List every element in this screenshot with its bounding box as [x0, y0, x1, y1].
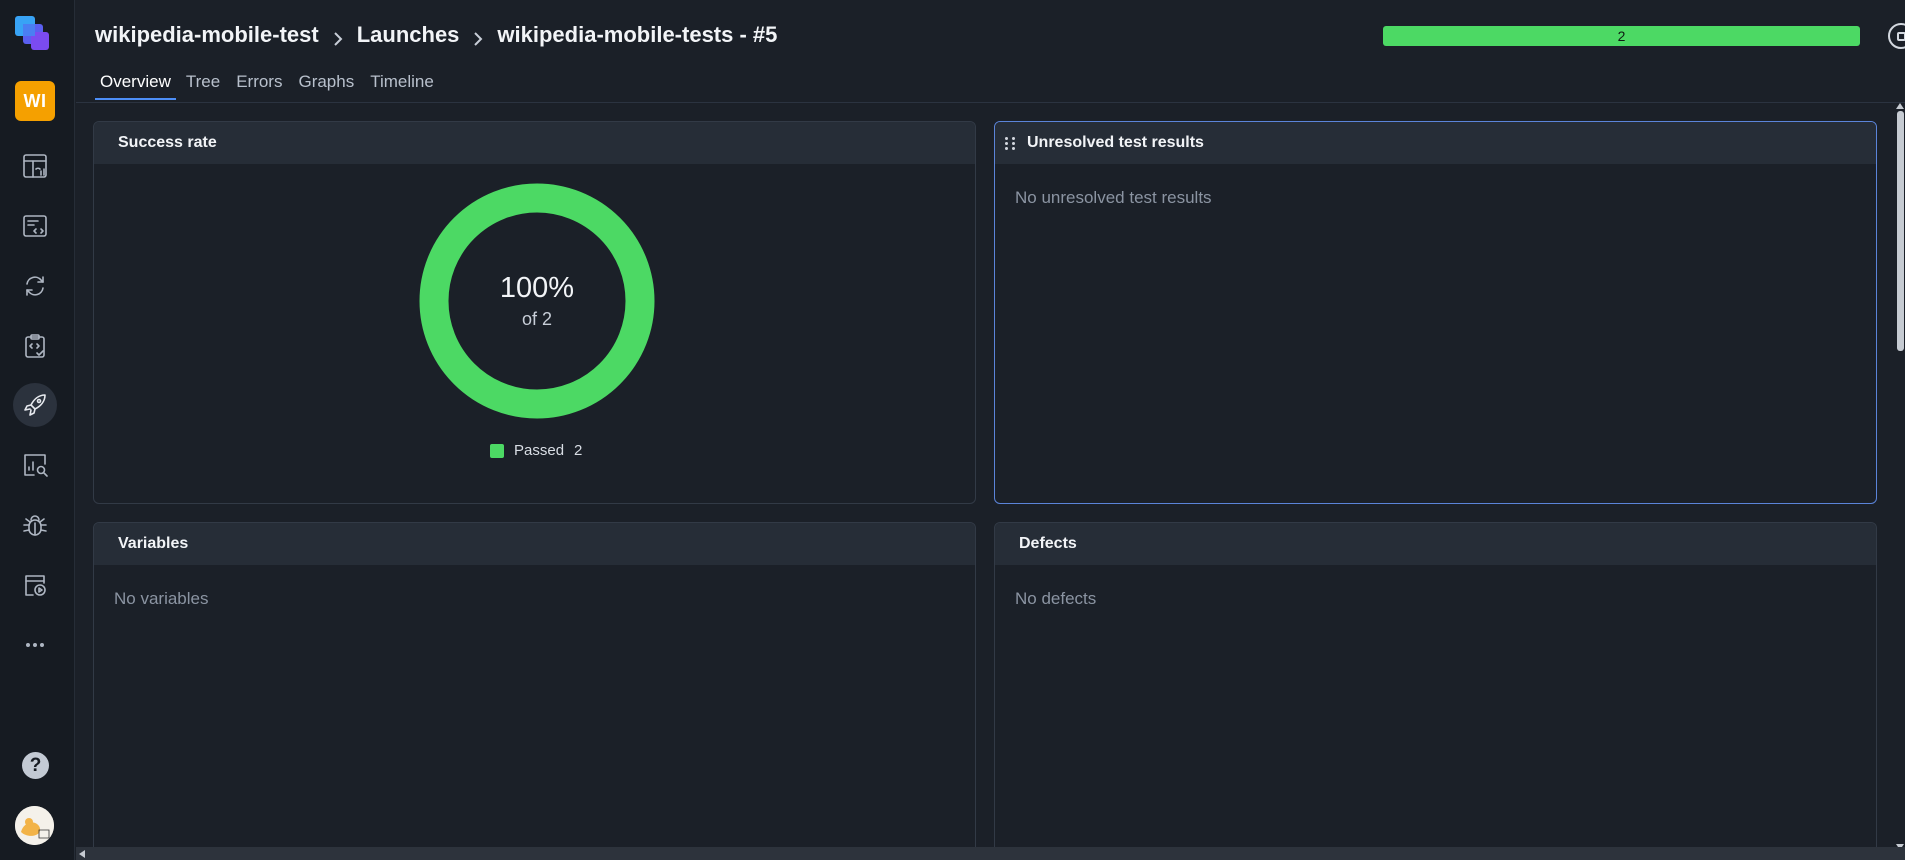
panel-title: Variables: [94, 523, 975, 565]
breadcrumb-launch: wikipedia-mobile-tests - #5: [497, 22, 778, 47]
tab-graphs[interactable]: Graphs: [298, 70, 354, 100]
defects-icon[interactable]: [13, 503, 57, 547]
stop-launch-button[interactable]: [1888, 23, 1905, 49]
legend-count-passed: 2: [574, 442, 583, 459]
dashboards-icon[interactable]: [13, 144, 57, 188]
app-logo-icon[interactable]: [13, 14, 55, 56]
sidebar: WI ?: [0, 0, 75, 860]
chart-legend: Passed 2: [490, 442, 582, 459]
scrollbar-thumb[interactable]: [1897, 111, 1904, 351]
test-cases-icon[interactable]: [13, 204, 57, 248]
more-icon[interactable]: [13, 623, 57, 667]
stop-icon: [1896, 31, 1905, 41]
defects-panel: Defects No defects: [994, 522, 1877, 860]
scroll-left-icon[interactable]: [79, 850, 85, 858]
page-header: wikipedia-mobile-test Launches wikipedia…: [76, 0, 1905, 103]
drag-handle-icon[interactable]: [1005, 136, 1017, 150]
launches-icon[interactable]: [13, 383, 57, 427]
legend-label-passed: Passed: [514, 442, 565, 459]
tab-overview[interactable]: Overview: [95, 70, 176, 100]
horizontal-scrollbar[interactable]: [76, 847, 1905, 860]
launch-progress-bar: 2: [1383, 26, 1860, 46]
breadcrumb-launches[interactable]: Launches: [357, 22, 460, 48]
panel-title: Unresolved test results: [1027, 134, 1204, 151]
breadcrumb-project[interactable]: wikipedia-mobile-test: [95, 22, 319, 48]
sync-icon[interactable]: [13, 264, 57, 308]
unresolved-results-panel: Unresolved test results No unresolved te…: [994, 121, 1877, 504]
avatar[interactable]: [15, 806, 54, 845]
empty-state-text: No defects: [1015, 589, 1097, 608]
tab-bar: Overview Tree Errors Graphs Timeline: [95, 70, 450, 100]
jobs-icon[interactable]: [13, 563, 57, 607]
variables-panel: Variables No variables: [93, 522, 976, 860]
test-plans-icon[interactable]: [13, 324, 57, 368]
project-badge[interactable]: WI: [15, 81, 55, 121]
success-total: of 2: [521, 309, 553, 329]
analytics-icon[interactable]: [13, 443, 57, 487]
chevron-right-icon: [473, 27, 483, 46]
chevron-right-icon: [333, 27, 343, 46]
vertical-scrollbar[interactable]: [1896, 103, 1905, 850]
success-percent: 100%: [499, 272, 575, 304]
progress-label: 2: [1617, 28, 1626, 44]
legend-swatch-passed: [490, 443, 504, 458]
empty-state-text: No unresolved test results: [1015, 188, 1212, 207]
panel-title: Defects: [995, 523, 1876, 565]
breadcrumb: wikipedia-mobile-test Launches wikipedia…: [95, 22, 777, 48]
tab-errors[interactable]: Errors: [236, 70, 282, 100]
success-rate-panel: Success rate 100% of 2 Passed 2: [93, 121, 976, 504]
tab-tree[interactable]: Tree: [186, 70, 220, 100]
empty-state-text: No variables: [114, 589, 209, 608]
scroll-up-icon[interactable]: [1896, 103, 1904, 109]
tab-timeline[interactable]: Timeline: [370, 70, 434, 100]
app-window: WI ? wikipedia-mobile-test Launches wiki…: [0, 0, 1905, 860]
help-icon[interactable]: ?: [22, 752, 49, 779]
donut-center: 100% of 2: [419, 183, 655, 419]
panel-title: Success rate: [94, 122, 975, 164]
